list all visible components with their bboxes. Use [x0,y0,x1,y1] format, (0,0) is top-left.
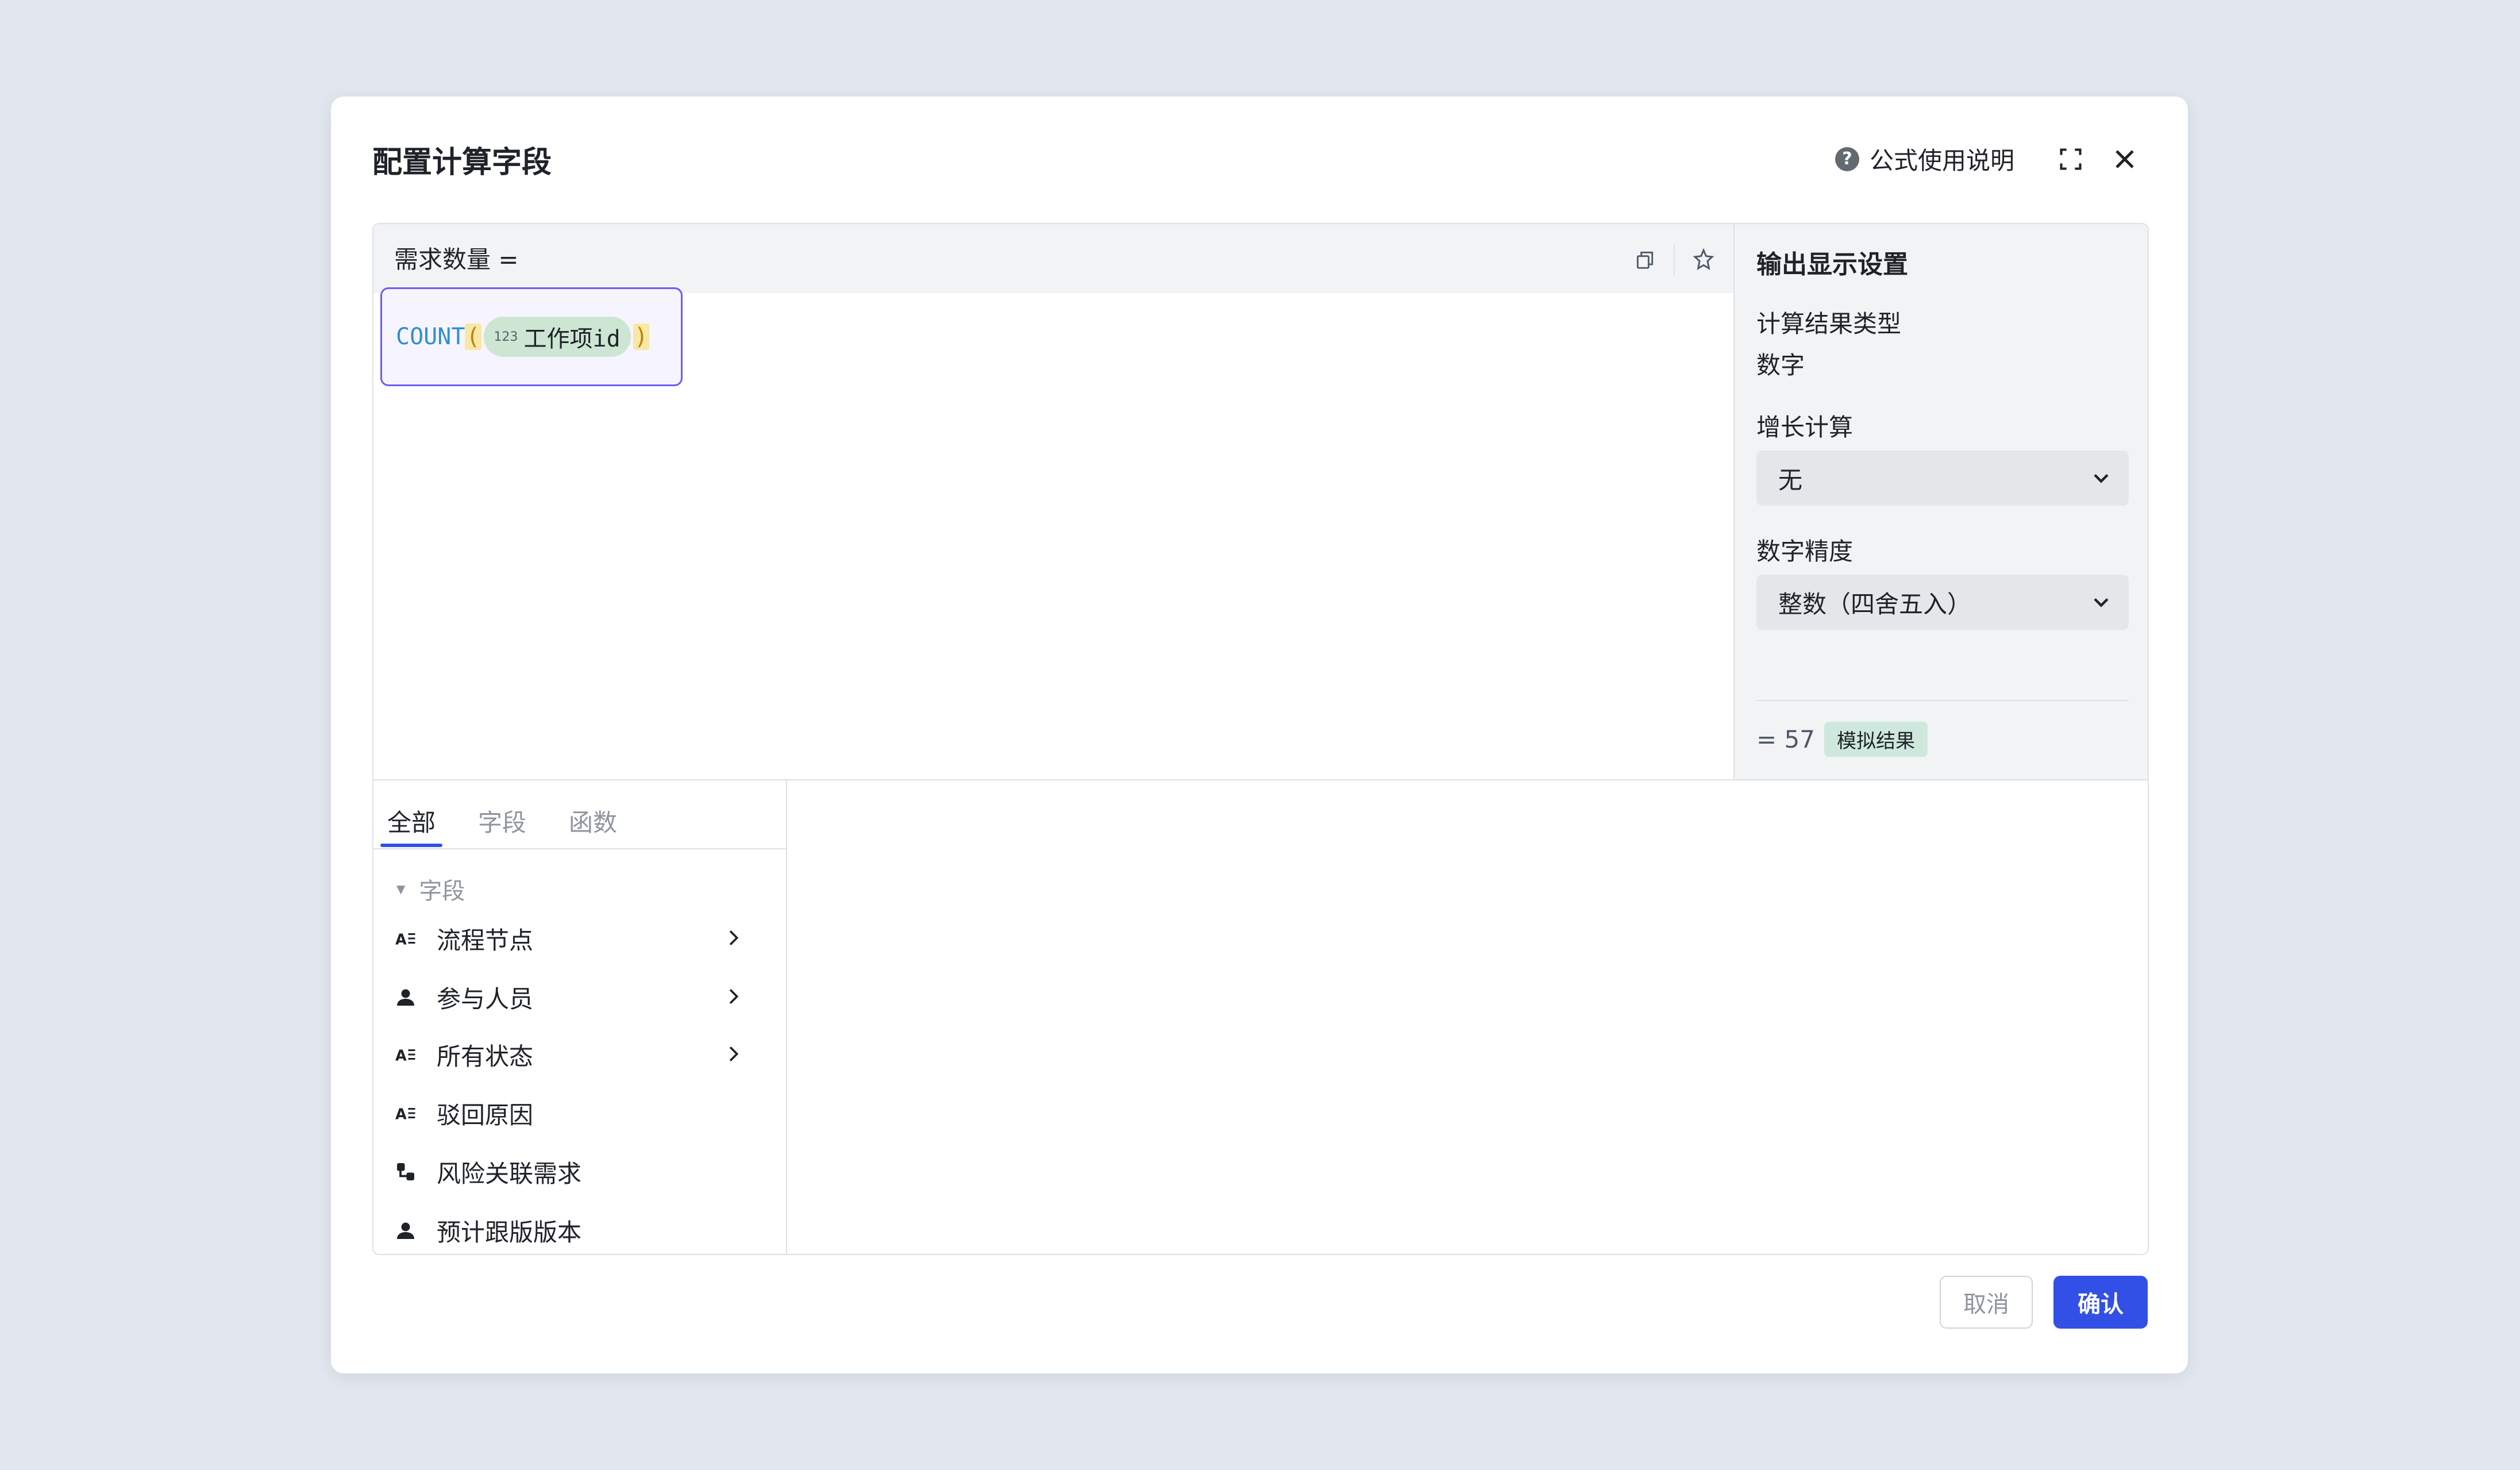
list-item-planned-version[interactable]: 预计跟版版本 [394,1205,768,1254]
settings-divider [1756,700,2129,701]
chevron-down-icon [2089,590,2114,621]
formula-help-link[interactable]: ? 公式使用说明 [1835,141,2014,176]
formula-open-paren: ( [465,324,481,350]
person-icon [394,986,417,1009]
field-picker: 全部 字段 函数 ▼ 字段 A 流程节点 参与人员 A 所有状态 A 驳回原因 … [373,779,787,1254]
field-chip-label: 工作项id [523,326,621,352]
picker-tabs: 全部 字段 函数 [373,780,786,849]
precision-label: 数字精度 [1756,537,1854,565]
expand-icon[interactable] [2053,142,2088,176]
caret-down-icon: ▼ [396,882,406,896]
chevron-right-icon [722,985,745,1014]
list-item-label: 驳回原因 [437,1100,534,1129]
number-type-icon: 123 [494,329,518,344]
list-item-reject-reason[interactable]: A 驳回原因 [394,1087,768,1139]
text-field-icon: A [394,1102,417,1125]
detail-pane [787,779,2148,1254]
list-item-label: 参与人员 [437,984,534,1013]
person-icon [394,1219,417,1242]
formula-function: COUNT [396,324,465,350]
close-icon[interactable] [2107,142,2142,176]
tab-functions[interactable]: 函数 [569,803,617,838]
confirm-button[interactable]: 确认 [2053,1276,2148,1329]
tab-fields[interactable]: 字段 [478,803,526,838]
config-dialog: 配置计算字段 ? 公式使用说明 需求数量 = COUNT (123 工作项id… [331,97,2188,1373]
link-field-icon [394,1160,417,1183]
chevron-right-icon [722,926,745,955]
list-item-flow-node[interactable]: A 流程节点 [394,913,768,964]
active-tab-indicator [380,844,442,847]
formula-panel: 需求数量 = COUNT (123 工作项id) 输出显示设置 计算结果类型… [372,223,2149,1255]
result-tag: 模拟结果 [1824,722,1928,757]
svg-text:A: A [395,1106,407,1123]
field-chip[interactable]: 123 工作项id [483,317,631,357]
precision-select-value: 整数（四舍五入） [1778,590,1972,618]
simulated-result: = 57 模拟结果 [1756,722,1928,757]
svg-text:A: A [395,1048,407,1065]
growth-label: 增长计算 [1756,413,1854,441]
field-list: A 流程节点 参与人员 A 所有状态 A 驳回原因 风险关联需求 预计跟版版本 [373,913,786,1254]
text-field-icon: A [394,1043,417,1066]
output-settings: 输出显示设置 计算结果类型 数字 增长计算 无 数字精度 整数（四舍五入） = … [1733,224,2148,779]
list-item-risk-linked[interactable]: 风险关联需求 [394,1146,768,1198]
svg-text:A: A [395,932,407,949]
list-item-label: 预计跟版版本 [437,1218,582,1246]
pin-icon[interactable] [1687,244,1720,276]
growth-select-value: 无 [1778,465,1803,494]
list-item-participants[interactable]: 参与人员 [394,971,768,1023]
result-type-label: 计算结果类型 [1756,310,1902,338]
chevron-down-icon [2089,465,2114,497]
formula-target-label: 需求数量 = [394,245,519,274]
text-field-icon: A [394,927,417,950]
tool-divider [1674,244,1675,276]
tab-all[interactable]: 全部 [387,803,436,838]
result-type-value: 数字 [1756,351,1805,379]
list-item-label: 风险关联需求 [437,1159,582,1188]
dialog-title: 配置计算字段 [372,145,552,180]
formula-help-label: 公式使用说明 [1869,147,2014,175]
growth-select[interactable]: 无 [1756,451,2129,506]
header-actions: ? 公式使用说明 [1835,141,2142,176]
precision-select[interactable]: 整数（四舍五入） [1756,575,2129,630]
field-group-header[interactable]: ▼ 字段 [396,872,465,906]
formula-close-paren: ) [633,324,649,350]
copy-icon[interactable] [1629,244,1661,276]
formula-input[interactable]: COUNT ( 123 工作项id ) [380,287,683,386]
field-group-label: 字段 [419,878,465,905]
list-item-label: 流程节点 [437,926,534,955]
question-circle-icon: ? [1835,147,1859,171]
settings-title: 输出显示设置 [1756,250,1908,279]
editor-tools [1629,244,1720,276]
chevron-right-icon [722,1042,745,1071]
cancel-button[interactable]: 取消 [1940,1276,2033,1329]
result-value: = 57 [1756,725,1815,753]
list-item-all-status[interactable]: A 所有状态 [394,1029,768,1080]
list-item-label: 所有状态 [437,1042,534,1071]
